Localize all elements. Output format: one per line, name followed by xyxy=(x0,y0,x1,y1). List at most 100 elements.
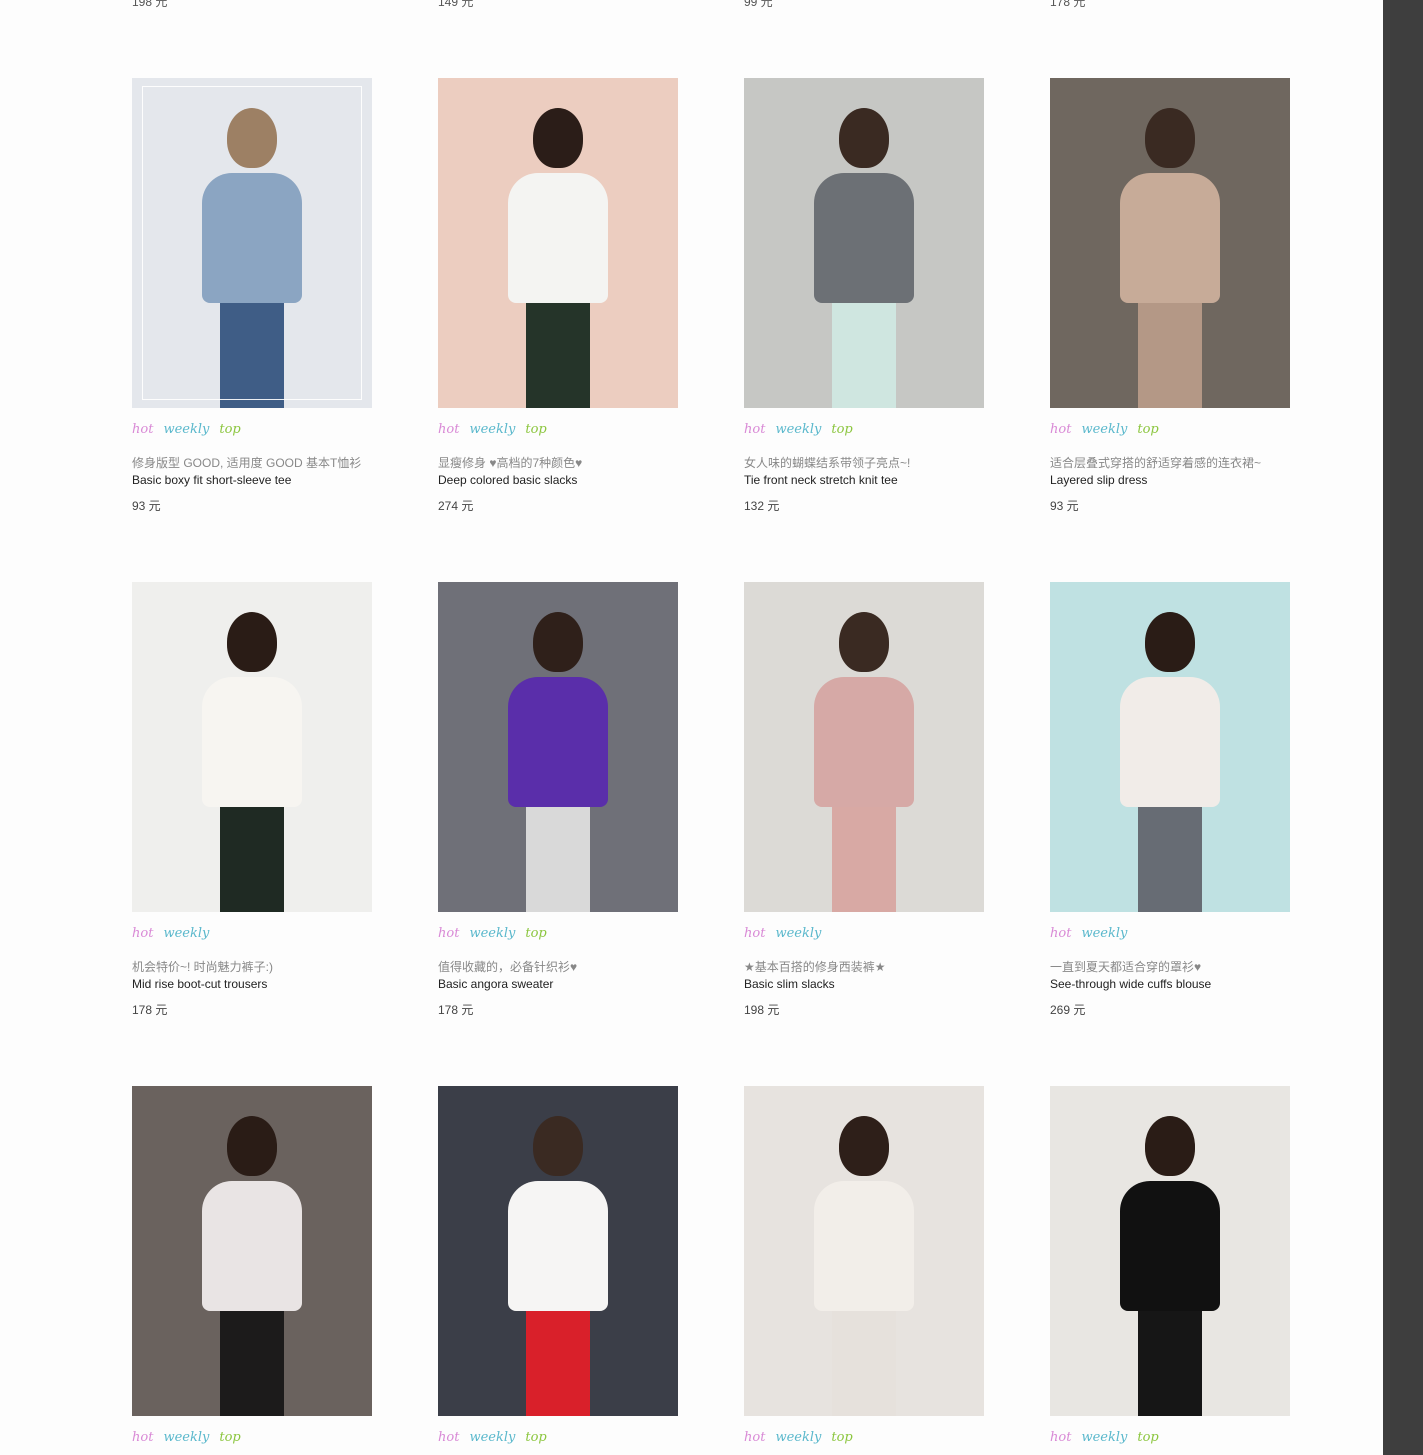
image-frame xyxy=(142,86,362,400)
product-card[interactable]: hot weekly ★基本百搭的修身西装裤★ Basic slim slacks 19… xyxy=(744,582,984,1018)
tag-top[interactable]: top xyxy=(525,1430,546,1445)
tag-top[interactable]: top xyxy=(219,1430,240,1445)
product-tags: hot weekly top xyxy=(438,926,678,944)
tag-weekly[interactable]: weekly xyxy=(469,1430,515,1445)
product-description-cn[interactable]: 一直到夏天都适合穿的罩衫♥ xyxy=(1050,958,1290,975)
tag-top[interactable]: top xyxy=(1137,422,1158,437)
product-image[interactable] xyxy=(744,1086,984,1416)
product-card[interactable]: hot weekly top xyxy=(132,1086,372,1455)
product-tags: hot weekly xyxy=(1050,926,1290,944)
model-garment-shape xyxy=(508,173,608,303)
tag-weekly[interactable]: weekly xyxy=(775,422,821,437)
model-legs-shape xyxy=(832,1306,896,1416)
product-name[interactable]: Basic slim slacks xyxy=(744,977,984,991)
product-image[interactable] xyxy=(744,78,984,408)
product-name[interactable]: See-through wide cuffs blouse xyxy=(1050,977,1290,991)
product-name[interactable]: Layered slip dress xyxy=(1050,473,1290,487)
product-image[interactable] xyxy=(1050,1086,1290,1416)
product-card[interactable]: hot weekly 一直到夏天都适合穿的罩衫♥ See-through wide c… xyxy=(1050,582,1290,1018)
product-name[interactable]: Tie front neck stretch knit tee xyxy=(744,473,984,487)
product-image[interactable] xyxy=(438,78,678,408)
tag-top[interactable]: top xyxy=(219,422,240,437)
product-card[interactable]: hot weekly top xyxy=(438,1086,678,1455)
tag-hot[interactable]: hot xyxy=(132,926,153,941)
product-tags: hot weekly top xyxy=(1050,422,1290,440)
model-head-shape xyxy=(533,612,583,672)
product-description-cn[interactable]: 值得收藏的，必备针织衫♥ xyxy=(438,958,678,975)
product-name[interactable]: Basic boxy fit short-sleeve tee xyxy=(132,473,372,487)
tag-hot[interactable]: hot xyxy=(438,926,459,941)
price-label: 99 元 xyxy=(744,0,773,9)
product-price: 274 元 xyxy=(438,499,474,513)
tag-top[interactable]: top xyxy=(525,422,546,437)
product-card[interactable]: hot weekly top 女人味的蝴蝶结系带领子亮点~! Tie front nec… xyxy=(744,78,984,514)
tag-top[interactable]: top xyxy=(1137,1430,1158,1445)
product-description-cn[interactable]: 修身版型 GOOD, 适用度 GOOD 基本T恤衫 xyxy=(132,454,372,471)
product-card[interactable]: hot weekly top 显瘦修身 ♥高档的7种颜色♥ Deep colored b… xyxy=(438,78,678,514)
tag-weekly[interactable]: weekly xyxy=(775,926,821,941)
tag-hot[interactable]: hot xyxy=(744,1430,765,1445)
product-card[interactable]: hot weekly 机会特价~! 时尚魅力裤子:) Mid rise boot-cu… xyxy=(132,582,372,1018)
product-description-cn[interactable]: 机会特价~! 时尚魅力裤子:) xyxy=(132,958,372,975)
model-head-shape xyxy=(1145,1116,1195,1176)
tag-weekly[interactable]: weekly xyxy=(469,926,515,941)
model-head-shape xyxy=(1145,108,1195,168)
product-image[interactable] xyxy=(438,582,678,912)
model-garment-shape xyxy=(508,677,608,807)
product-price: 132 元 xyxy=(744,499,780,513)
tag-weekly[interactable]: weekly xyxy=(163,1430,209,1445)
model-head-shape xyxy=(533,1116,583,1176)
tag-hot[interactable]: hot xyxy=(438,1430,459,1445)
product-description-cn[interactable]: 显瘦修身 ♥高档的7种颜色♥ xyxy=(438,454,678,471)
product-image[interactable] xyxy=(1050,78,1290,408)
model-legs-shape xyxy=(526,1306,590,1416)
product-card[interactable]: hot weekly top 修身版型 GOOD, 适用度 GOOD 基本T恤衫 Bas… xyxy=(132,78,372,514)
tag-weekly[interactable]: weekly xyxy=(163,926,209,941)
tag-hot[interactable]: hot xyxy=(132,422,153,437)
tag-hot[interactable]: hot xyxy=(744,422,765,437)
product-description-cn[interactable]: ★基本百搭的修身西装裤★ xyxy=(744,958,984,975)
model-legs-shape xyxy=(526,298,590,408)
product-description-cn[interactable]: 适合层叠式穿搭的舒适穿着感的连衣裙~ xyxy=(1050,454,1290,471)
model-head-shape xyxy=(1145,612,1195,672)
tag-weekly[interactable]: weekly xyxy=(1081,926,1127,941)
product-tags: hot weekly top xyxy=(744,422,984,440)
product-image[interactable] xyxy=(1050,582,1290,912)
product-card[interactable]: hot weekly top xyxy=(744,1086,984,1455)
product-tags: hot weekly top xyxy=(132,1430,372,1448)
model-head-shape xyxy=(839,612,889,672)
scrollbar[interactable] xyxy=(1383,0,1423,1455)
product-name[interactable]: Deep colored basic slacks xyxy=(438,473,678,487)
product-image[interactable] xyxy=(744,582,984,912)
tag-weekly[interactable]: weekly xyxy=(1081,422,1127,437)
tag-weekly[interactable]: weekly xyxy=(469,422,515,437)
tag-hot[interactable]: hot xyxy=(744,926,765,941)
product-card[interactable]: hot weekly top xyxy=(1050,1086,1290,1455)
product-price: 93 元 xyxy=(132,499,161,513)
product-name[interactable]: Basic angora sweater xyxy=(438,977,678,991)
tag-hot[interactable]: hot xyxy=(438,422,459,437)
product-image[interactable] xyxy=(132,1086,372,1416)
model-legs-shape xyxy=(832,802,896,912)
tag-top[interactable]: top xyxy=(525,926,546,941)
tag-hot[interactable]: hot xyxy=(1050,422,1071,437)
tag-weekly[interactable]: weekly xyxy=(775,1430,821,1445)
model-garment-shape xyxy=(814,173,914,303)
model-garment-shape xyxy=(814,1181,914,1311)
product-image[interactable] xyxy=(132,582,372,912)
tag-hot[interactable]: hot xyxy=(132,1430,153,1445)
model-garment-shape xyxy=(814,677,914,807)
tag-weekly[interactable]: weekly xyxy=(1081,1430,1127,1445)
tag-hot[interactable]: hot xyxy=(1050,1430,1071,1445)
tag-top[interactable]: top xyxy=(831,422,852,437)
product-card[interactable]: hot weekly top 值得收藏的，必备针织衫♥ Basic angora swe… xyxy=(438,582,678,1018)
model-legs-shape xyxy=(220,802,284,912)
product-description-cn[interactable]: 女人味的蝴蝶结系带领子亮点~! xyxy=(744,454,984,471)
product-name[interactable]: Mid rise boot-cut trousers xyxy=(132,977,372,991)
product-image[interactable] xyxy=(438,1086,678,1416)
product-card[interactable]: hot weekly top 适合层叠式穿搭的舒适穿着感的连衣裙~ Layered sl… xyxy=(1050,78,1290,514)
product-image[interactable] xyxy=(132,78,372,408)
tag-hot[interactable]: hot xyxy=(1050,926,1071,941)
tag-weekly[interactable]: weekly xyxy=(163,422,209,437)
tag-top[interactable]: top xyxy=(831,1430,852,1445)
